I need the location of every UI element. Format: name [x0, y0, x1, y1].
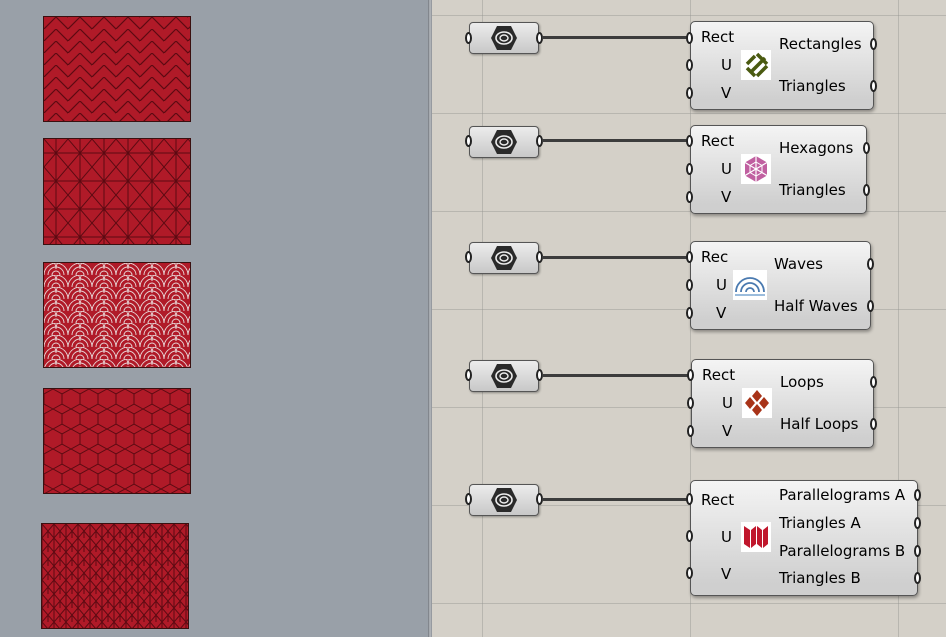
- output-label-hexagons: Hexagons: [779, 139, 854, 157]
- input-label-v: V: [721, 84, 732, 102]
- input-grip[interactable]: [686, 279, 693, 291]
- output-grip[interactable]: [867, 300, 874, 312]
- hexagons-pattern-icon: [741, 154, 771, 184]
- rectangle-param-icon: [491, 246, 517, 270]
- input-label-v: V: [721, 188, 732, 206]
- asanoha-star-icon: [44, 139, 190, 244]
- rectangle-param[interactable]: [469, 126, 539, 158]
- input-label-v: V: [722, 422, 733, 440]
- rectangle-param-icon: [491, 26, 517, 50]
- hexagon-grid-icon: [44, 389, 190, 493]
- output-label-half-waves: Half Waves: [774, 297, 858, 315]
- loops-pattern-icon: [742, 388, 772, 418]
- input-grip[interactable]: [686, 493, 693, 505]
- input-grip[interactable]: [687, 397, 694, 409]
- input-grip[interactable]: [465, 135, 472, 147]
- input-grip[interactable]: [686, 307, 693, 319]
- knit-loops-icon: [42, 524, 188, 628]
- pattern-preview-rectangles: [43, 16, 191, 122]
- output-label-half-loops: Half Loops: [780, 415, 859, 433]
- rectangle-param-icon: [491, 488, 517, 512]
- output-label-loops: Loops: [780, 373, 824, 391]
- input-label-u: U: [722, 394, 733, 412]
- herringbone-icon: [44, 17, 190, 121]
- rectangle-param[interactable]: [469, 242, 539, 274]
- output-label-triangles: Triangles: [779, 77, 846, 95]
- output-label-triangles: Triangles: [779, 181, 846, 199]
- input-grip[interactable]: [686, 87, 693, 99]
- input-grip[interactable]: [686, 163, 693, 175]
- input-grip[interactable]: [465, 493, 472, 505]
- input-grip[interactable]: [686, 59, 693, 71]
- output-grip[interactable]: [870, 38, 877, 50]
- output-grip[interactable]: [870, 80, 877, 92]
- pattern-component-loops[interactable]: Rect U V Loops Half Loops: [691, 359, 874, 448]
- pattern-preview-loops: [43, 388, 191, 494]
- output-grip[interactable]: [914, 545, 921, 557]
- wire: [542, 36, 692, 39]
- input-label-rect: Rect: [702, 366, 736, 384]
- output-grip[interactable]: [867, 258, 874, 270]
- rectangle-param[interactable]: [469, 484, 539, 516]
- output-label-parallelograms-a: Parallelograms A: [779, 486, 906, 504]
- pattern-preview-parallelograms: [41, 523, 189, 629]
- pattern-component-hexagons[interactable]: Rect U V Hexagons Triangles: [690, 125, 867, 214]
- input-label-v: V: [721, 565, 732, 583]
- input-grip[interactable]: [686, 530, 693, 542]
- rhino-viewport[interactable]: [0, 0, 430, 637]
- output-label-triangles-b: Triangles B: [779, 569, 861, 587]
- input-grip[interactable]: [686, 251, 693, 263]
- output-grip[interactable]: [870, 376, 877, 388]
- rectangle-param[interactable]: [469, 22, 539, 54]
- wire: [542, 256, 692, 259]
- input-label-rect: Rect: [701, 28, 735, 46]
- wire: [542, 374, 692, 377]
- output-grip[interactable]: [863, 142, 870, 154]
- input-grip[interactable]: [686, 135, 693, 147]
- pattern-preview-waves: [43, 262, 191, 368]
- input-label-u: U: [721, 160, 732, 178]
- seigaiha-waves-icon: [44, 263, 190, 367]
- wire: [542, 139, 692, 142]
- output-grip[interactable]: [870, 418, 877, 430]
- input-grip[interactable]: [465, 32, 472, 44]
- rectangle-param-icon: [491, 130, 517, 154]
- input-label-rect: Rect: [701, 132, 735, 150]
- pattern-component-waves[interactable]: Rec U V Waves Half Waves: [690, 241, 871, 330]
- input-grip[interactable]: [686, 191, 693, 203]
- pattern-component-rectangles[interactable]: Rect U V Rectangles Triangles: [690, 21, 874, 110]
- output-label-waves: Waves: [774, 255, 823, 273]
- input-grip[interactable]: [465, 369, 472, 381]
- input-label-u: U: [716, 276, 727, 294]
- waves-pattern-icon: [733, 270, 767, 300]
- parallelograms-pattern-icon: [741, 522, 771, 552]
- rectangles-pattern-icon: [741, 50, 771, 80]
- input-grip[interactable]: [687, 425, 694, 437]
- output-label-rectangles: Rectangles: [779, 35, 862, 53]
- output-grip[interactable]: [914, 489, 921, 501]
- output-label-parallelograms-b: Parallelograms B: [779, 542, 906, 560]
- grasshopper-canvas[interactable]: Rect U V Rectangles Triangles Rect U V H…: [432, 0, 946, 637]
- input-label-rect: Rec: [701, 248, 729, 266]
- input-grip[interactable]: [687, 369, 694, 381]
- input-label-v: V: [716, 304, 727, 322]
- input-grip[interactable]: [465, 251, 472, 263]
- pattern-preview-hexagons: [43, 138, 191, 245]
- output-grip[interactable]: [914, 572, 921, 584]
- output-grip[interactable]: [914, 517, 921, 529]
- rectangle-param[interactable]: [469, 360, 539, 392]
- input-grip[interactable]: [686, 567, 693, 579]
- output-label-triangles-a: Triangles A: [779, 514, 861, 532]
- wire: [542, 498, 692, 501]
- pattern-component-parallelograms[interactable]: Rect U V Parallelograms A Triangles A Pa…: [690, 480, 918, 596]
- input-grip[interactable]: [686, 32, 693, 44]
- input-label-u: U: [721, 56, 732, 74]
- input-label-rect: Rect: [701, 491, 735, 509]
- input-label-u: U: [721, 528, 732, 546]
- rectangle-param-icon: [491, 364, 517, 388]
- output-grip[interactable]: [863, 184, 870, 196]
